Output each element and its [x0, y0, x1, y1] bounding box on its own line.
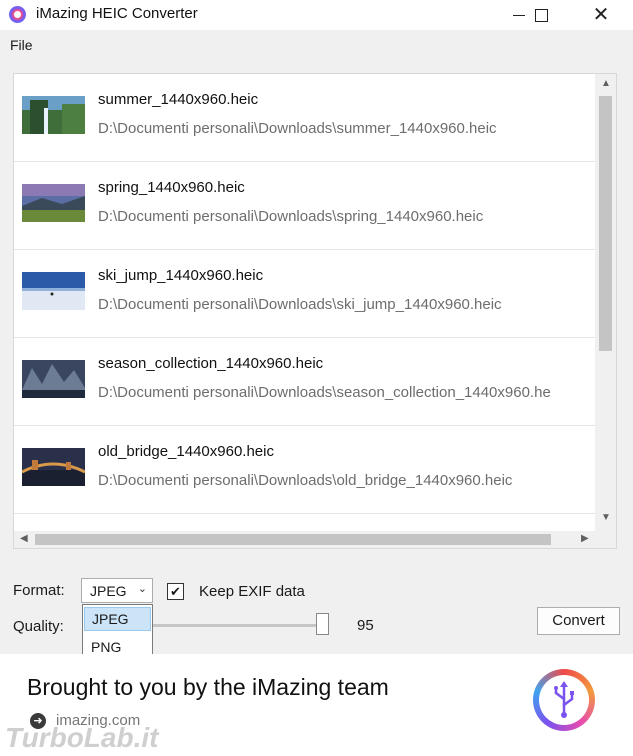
- file-name: ski_jump_1440x960.heic: [98, 267, 264, 284]
- close-icon: ✕: [592, 4, 610, 26]
- format-option-jpeg[interactable]: JPEG: [84, 607, 151, 631]
- file-path: D:\Documenti personali\Downloads\old_bri…: [98, 472, 513, 489]
- horizontal-scrollbar[interactable]: ◀ ▶: [14, 531, 616, 548]
- format-selected-value: JPEG: [90, 583, 127, 599]
- convert-button[interactable]: Convert: [537, 607, 620, 635]
- imazing-usb-logo-icon: [533, 669, 595, 731]
- thumbnail-season-collection: [22, 360, 85, 398]
- vertical-scrollbar[interactable]: ▲ ▼: [595, 74, 616, 531]
- file-path: D:\Documenti personali\Downloads\spring_…: [98, 208, 484, 225]
- keep-exif-checkbox[interactable]: ✔: [167, 583, 184, 600]
- file-list-item[interactable]: ski_jump_1440x960.heic D:\Documenti pers…: [14, 250, 595, 338]
- file-path: D:\Documenti personali\Downloads\summer_…: [98, 120, 497, 137]
- horizontal-scroll-thumb[interactable]: [35, 534, 551, 545]
- app-icon: [9, 6, 26, 23]
- thumbnail-spring: [22, 184, 85, 222]
- banner-text: Brought to you by the iMazing team: [27, 674, 389, 700]
- format-dropdown-list: JPEG PNG: [82, 604, 153, 660]
- file-list-item[interactable]: summer_1440x960.heic D:\Documenti person…: [14, 74, 595, 162]
- logo-inner: [539, 675, 589, 725]
- format-select[interactable]: JPEG ⌄: [81, 578, 153, 603]
- file-name: season_collection_1440x960.heic: [98, 355, 324, 372]
- quality-slider-thumb[interactable]: [316, 613, 329, 635]
- vertical-scroll-thumb[interactable]: [599, 96, 612, 351]
- thumbnail-old-bridge: [22, 448, 85, 486]
- thumbnail-ski-jump: [22, 272, 85, 310]
- file-name: old_bridge_1440x960.heic: [98, 443, 274, 460]
- file-name: summer_1440x960.heic: [98, 91, 259, 108]
- checkmark-icon: ✔: [170, 584, 181, 599]
- maximize-icon: [534, 8, 548, 22]
- quality-value: 95: [357, 617, 374, 634]
- maximize-button[interactable]: [518, 0, 564, 30]
- scroll-right-icon[interactable]: ▶: [581, 533, 589, 544]
- file-path: D:\Documenti personali\Downloads\ski_jum…: [98, 296, 502, 313]
- keep-exif-label[interactable]: Keep EXIF data: [199, 583, 305, 600]
- menu-bar: File: [0, 30, 633, 58]
- scroll-down-icon[interactable]: ▼: [601, 512, 611, 523]
- menu-file[interactable]: File: [10, 37, 33, 53]
- file-path: D:\Documenti personali\Downloads\season_…: [98, 384, 551, 401]
- usb-symbol-icon: [554, 681, 574, 718]
- chevron-down-icon: ⌄: [137, 583, 147, 595]
- file-name: spring_1440x960.heic: [98, 179, 245, 196]
- quality-slider-track[interactable]: [150, 624, 328, 627]
- format-label: Format:: [13, 582, 65, 599]
- file-list-item-partial[interactable]: [14, 514, 595, 531]
- scroll-up-icon[interactable]: ▲: [601, 78, 611, 89]
- title-bar: iMazing HEIC Converter ✕: [0, 0, 633, 30]
- file-list-item[interactable]: old_bridge_1440x960.heic D:\Documenti pe…: [14, 426, 595, 514]
- file-list-item[interactable]: season_collection_1440x960.heic D:\Docum…: [14, 338, 595, 426]
- thumbnail-summer: [22, 96, 85, 134]
- quality-label: Quality:: [13, 618, 64, 635]
- scroll-left-icon[interactable]: ◀: [20, 533, 28, 544]
- file-list-item[interactable]: spring_1440x960.heic D:\Documenti person…: [14, 162, 595, 250]
- window-title: iMazing HEIC Converter: [36, 5, 198, 22]
- close-button[interactable]: ✕: [578, 0, 624, 30]
- watermark: TurboLab.it: [5, 722, 159, 753]
- file-list[interactable]: summer_1440x960.heic D:\Documenti person…: [13, 73, 617, 549]
